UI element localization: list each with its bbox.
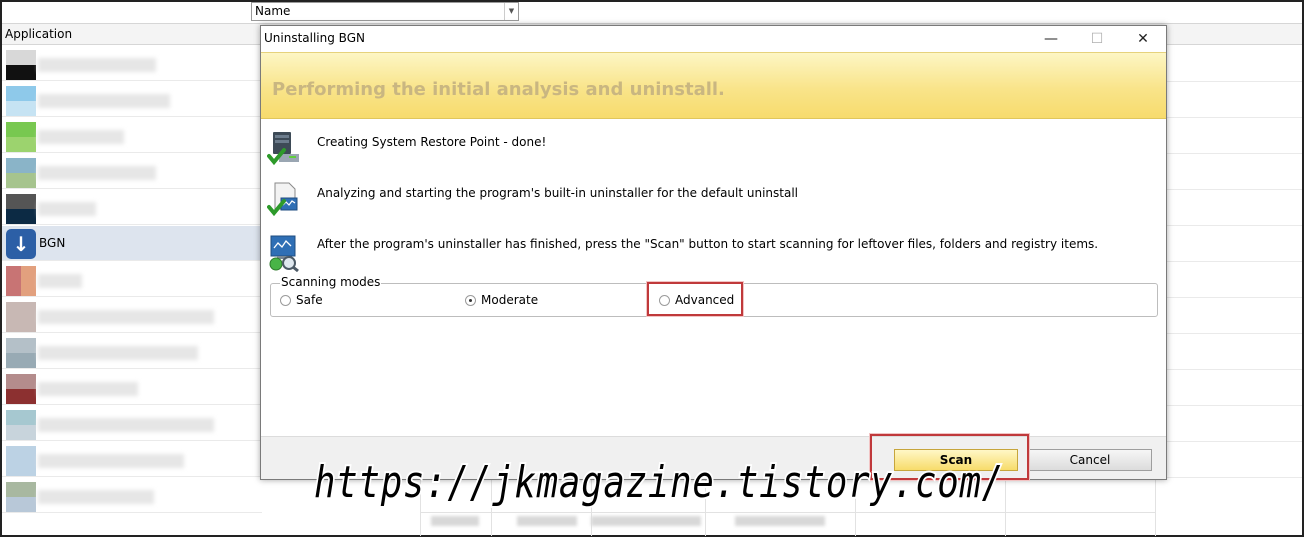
uninstall-dialog: Uninstalling BGN — ☐ ✕ Performing the in… — [260, 25, 1167, 481]
header-banner: Performing the initial analysis and unin… — [261, 52, 1166, 119]
grid-right-area — [1167, 46, 1302, 536]
app-icon — [6, 122, 36, 152]
list-item[interactable] — [2, 154, 262, 189]
step-text: After the program's uninstaller has fini… — [317, 237, 1099, 251]
download-arrow-icon: ↓ — [6, 229, 36, 259]
watermark-text: https://jkmagazine.tistory.com/ — [314, 457, 1004, 508]
step-text: Creating System Restore Point - done! — [317, 135, 547, 149]
dialog-titlebar[interactable]: Uninstalling BGN — ☐ ✕ — [261, 26, 1166, 52]
list-item[interactable] — [2, 190, 262, 225]
radio-circle[interactable] — [280, 295, 291, 306]
step-scan: After the program's uninstaller has fini… — [261, 232, 1166, 276]
app-list: ↓ BGN — [2, 46, 262, 536]
blurred-app-name — [38, 130, 124, 144]
blurred-app-name — [38, 310, 214, 324]
list-item[interactable] — [2, 370, 262, 405]
list-item[interactable] — [2, 442, 262, 477]
list-item[interactable] — [2, 478, 262, 513]
list-item-selected[interactable]: ↓ BGN — [2, 226, 262, 261]
restore-point-check-icon — [267, 132, 299, 166]
app-icon — [6, 86, 36, 116]
blurred-app-name — [38, 346, 198, 360]
app-icon — [6, 374, 36, 404]
list-item[interactable] — [2, 298, 262, 333]
blurred-app-name — [38, 418, 214, 432]
blurred-app-name — [38, 382, 138, 396]
app-icon — [6, 410, 36, 440]
scan-magnifier-icon — [269, 235, 299, 272]
minimize-button[interactable]: — — [1028, 26, 1074, 52]
app-icon — [6, 446, 36, 476]
list-item[interactable] — [2, 82, 262, 117]
close-button[interactable]: ✕ — [1120, 26, 1166, 52]
list-item[interactable] — [2, 118, 262, 153]
dialog-title: Uninstalling BGN — [264, 31, 365, 45]
blurred-app-name — [38, 454, 184, 468]
app-icon — [6, 338, 36, 368]
blurred-app-name — [38, 58, 156, 72]
blurred-app-name — [38, 490, 154, 504]
maximize-button[interactable]: ☐ — [1074, 26, 1120, 52]
app-icon — [6, 50, 36, 80]
app-icon — [6, 158, 36, 188]
app-icon — [6, 302, 36, 332]
radio-label: Moderate — [481, 293, 539, 307]
blurred-app-name — [38, 274, 82, 288]
blurred-app-name — [38, 94, 170, 108]
radio-circle-selected[interactable] — [465, 295, 476, 306]
app-icon — [6, 194, 36, 224]
selected-app-label: BGN — [39, 236, 66, 250]
watermark: https://jkmagazine.tistory.com/ — [312, 455, 1005, 510]
scanning-modes-legend: Scanning modes — [280, 275, 382, 289]
column-header-application[interactable]: Application — [5, 27, 72, 41]
step-text: Analyzing and starting the program's bui… — [317, 186, 799, 200]
app-icon — [6, 266, 36, 296]
step-restore-point: Creating System Restore Point - done! — [261, 130, 1166, 174]
filter-field-value: Name — [255, 4, 291, 18]
list-item[interactable] — [2, 334, 262, 369]
blurred-app-name — [38, 202, 96, 216]
list-item[interactable] — [2, 262, 262, 297]
radio-label: Safe — [296, 293, 323, 307]
step-uninstaller: Analyzing and starting the program's bui… — [261, 181, 1166, 225]
chevron-down-icon[interactable]: ▼ — [504, 3, 518, 20]
highlight-advanced — [646, 281, 744, 317]
app-icon — [6, 482, 36, 512]
list-item[interactable] — [2, 406, 262, 441]
list-item[interactable] — [2, 46, 262, 81]
cancel-button[interactable]: Cancel — [1028, 449, 1152, 471]
filter-field-combo[interactable]: Name ▼ — [251, 2, 519, 21]
banner-heading: Performing the initial analysis and unin… — [272, 79, 725, 100]
blurred-app-name — [38, 166, 156, 180]
uninstaller-check-icon — [267, 182, 298, 217]
